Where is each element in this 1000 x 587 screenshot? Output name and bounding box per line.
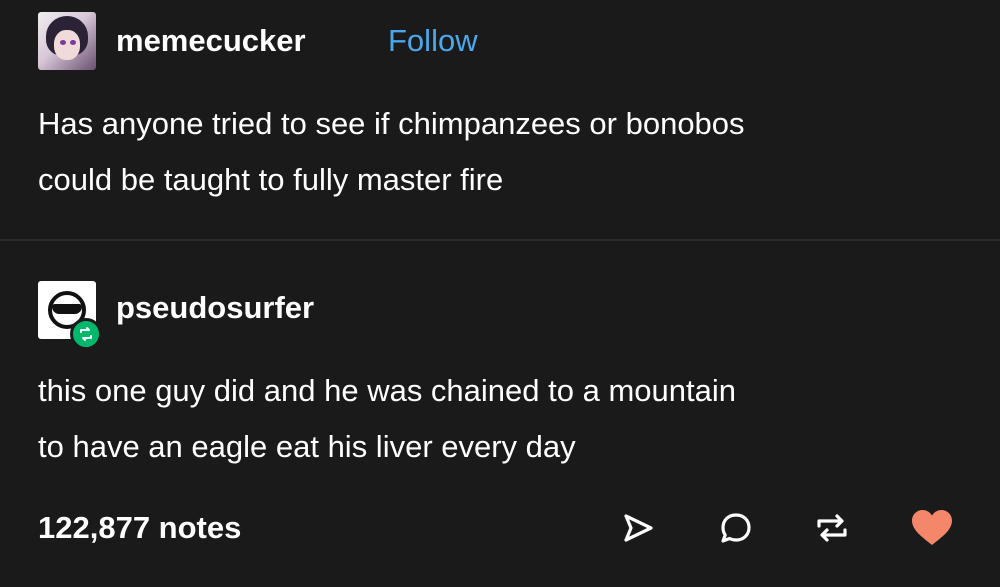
original-post: memecucker Follow Has anyone tried to se… [0,0,1000,240]
reblog-post: pseudosurfer this one guy did and he was… [0,241,1000,491]
post-line: this one guy did and he was chained to a… [38,373,736,408]
avatar-face [54,30,80,60]
username[interactable]: pseudosurfer [116,290,314,326]
follow-button[interactable]: Follow [388,23,478,59]
post-line: Has anyone tried to see if chimpanzees o… [38,106,745,141]
post-line: could be taught to fully master fire [38,162,504,197]
avatar-eye [60,40,66,45]
post-line: to have an eagle eat his liver every day [38,429,576,464]
post-body: this one guy did and he was chained to a… [38,363,968,475]
avatar[interactable] [38,12,96,70]
tumblr-post: memecucker Follow Has anyone tried to se… [0,0,1000,587]
username[interactable]: memecucker [116,23,306,59]
post-body: Has anyone tried to see if chimpanzees o… [38,96,968,208]
share-icon[interactable] [616,506,660,550]
heart-icon[interactable] [910,506,954,550]
notes-count[interactable]: 122,877 notes [38,508,241,548]
reblog-icon[interactable] [810,506,854,550]
reblog-badge-icon [70,318,102,350]
avatar-eye [70,40,76,45]
reply-icon[interactable] [714,506,758,550]
sunglasses-icon [52,304,82,314]
post-footer: 122,877 notes [0,491,1000,587]
